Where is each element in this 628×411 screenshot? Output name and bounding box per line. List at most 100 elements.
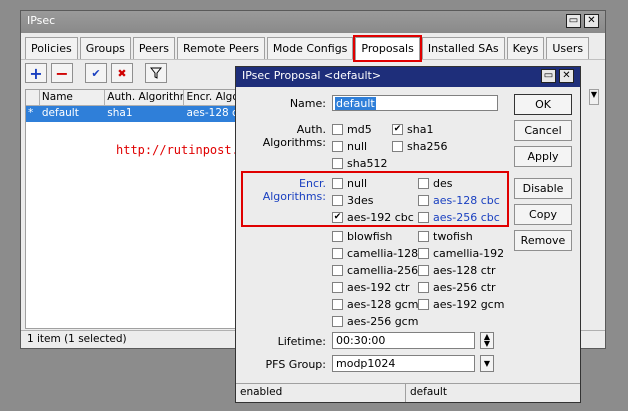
encr-camellia128-checkbox[interactable]: camellia-128 (332, 247, 418, 260)
cell-encr: aes-128 cbc (186, 107, 236, 119)
tab-groups[interactable]: Groups (79, 37, 131, 59)
proposals-table: Name Auth. Algorithms Encr. Algori * def… (25, 89, 237, 329)
check-icon: ✔ (332, 212, 343, 223)
col-name[interactable]: Name (40, 90, 106, 105)
remove-button[interactable]: Remove (514, 230, 572, 251)
checkbox-label: sha512 (347, 157, 388, 170)
encr-aes128gcm-checkbox[interactable]: aes-128 gcm (332, 298, 418, 311)
checkbox-label: sha1 (407, 123, 434, 136)
tab-bar: Policies Groups Peers Remote Peers Mode … (21, 33, 605, 62)
tab-installed-sas[interactable]: Installed SAs (421, 37, 505, 59)
table-row[interactable]: * default sha1 aes-128 cbc (26, 106, 236, 122)
tab-mode-configs[interactable]: Mode Configs (266, 37, 354, 59)
encr-camellia192-checkbox[interactable]: camellia-192 (418, 247, 504, 260)
checkbox-label: md5 (347, 123, 372, 136)
auth-label: Auth. Algorithms: (262, 123, 326, 149)
cell-auth: sha1 (107, 107, 133, 119)
filter-icon[interactable] (145, 63, 167, 83)
encr-camellia256-checkbox[interactable]: camellia-256 (332, 264, 418, 277)
checkbox-label: null (347, 140, 368, 153)
lifetime-input[interactable]: 00:30:00 (332, 332, 475, 349)
col-flag[interactable] (26, 90, 40, 105)
dialog-title: IPsec Proposal <default> (242, 69, 382, 82)
checkbox-box (418, 248, 429, 259)
encr-aes256gcm-checkbox[interactable]: aes-256 gcm (332, 315, 418, 328)
copy-button[interactable]: Copy (514, 204, 572, 225)
encr-aes192ctr-checkbox[interactable]: aes-192 ctr (332, 281, 410, 294)
disable-button[interactable]: Disable (514, 178, 572, 199)
checkbox-box (332, 231, 343, 242)
ok-button[interactable]: OK (514, 94, 572, 115)
checkbox-label: camellia-192 (433, 247, 505, 260)
pfs-select[interactable]: modp1024 (332, 355, 475, 372)
encr-aes192gcm-checkbox[interactable]: aes-192 gcm (418, 298, 504, 311)
restore-icon[interactable]: ▭ (566, 14, 581, 28)
dialog-status-bar: enabled default (236, 383, 580, 402)
encr-blowfish-checkbox[interactable]: blowfish (332, 230, 392, 243)
window-title: IPsec (27, 14, 56, 27)
dropdown-arrow-icon[interactable]: ▼ (589, 89, 599, 105)
checkbox-label: aes-128 cbc (433, 194, 500, 207)
checkbox-box (418, 282, 429, 293)
ipsec-titlebar[interactable]: IPsec ▭ ✕ (21, 11, 605, 33)
encr-twofish-checkbox[interactable]: twofish (418, 230, 473, 243)
check-icon[interactable]: ✔ (85, 63, 107, 83)
checkbox-box (332, 158, 343, 169)
auth-null-checkbox[interactable]: null (332, 140, 367, 153)
encr-aes256ctr-checkbox[interactable]: aes-256 ctr (418, 281, 496, 294)
dropdown-arrow-icon[interactable]: ▼ (480, 355, 494, 372)
checkbox-box (332, 141, 343, 152)
auth-sha256-checkbox[interactable]: sha256 (392, 140, 447, 153)
auth-sha512-checkbox[interactable]: sha512 (332, 157, 387, 170)
auth-md5-checkbox[interactable]: md5 (332, 123, 372, 136)
name-value: default (335, 97, 376, 110)
encr-aes256cbc-checkbox[interactable]: aes-256 cbc (418, 211, 500, 224)
checkbox-box (418, 195, 429, 206)
checkbox-label: camellia-256 (347, 264, 419, 277)
auth-sha1-checkbox[interactable]: ✔ sha1 (392, 123, 433, 136)
plus-icon[interactable]: + (25, 63, 47, 83)
checkbox-box (418, 299, 429, 310)
tab-proposals[interactable]: Proposals (353, 35, 422, 62)
spinner-icon[interactable]: ▲ ▼ (480, 332, 494, 349)
close-icon[interactable]: ✕ (584, 14, 599, 28)
checkbox-label: aes-192 cbc (347, 211, 414, 224)
restore-icon[interactable]: ▭ (541, 69, 556, 83)
dialog-titlebar[interactable]: IPsec Proposal <default> ▭ ✕ (236, 67, 580, 87)
col-encr[interactable]: Encr. Algori (184, 90, 236, 105)
encr-aes192cbc-checkbox[interactable]: ✔ aes-192 cbc (332, 211, 414, 224)
tab-keys[interactable]: Keys (506, 37, 545, 59)
checkbox-box (332, 178, 343, 189)
tab-peers[interactable]: Peers (132, 37, 175, 59)
x-icon[interactable]: ✖ (111, 63, 133, 83)
table-header: Name Auth. Algorithms Encr. Algori (26, 90, 236, 106)
checkbox-label: blowfish (347, 230, 393, 243)
encr-label: Encr. Algorithms: (262, 177, 326, 203)
encr-null-checkbox[interactable]: null (332, 177, 367, 190)
encr-aes128cbc-checkbox[interactable]: aes-128 cbc (418, 194, 500, 207)
checkbox-label: sha256 (407, 140, 448, 153)
encr-aes128ctr-checkbox[interactable]: aes-128 ctr (418, 264, 496, 277)
close-icon[interactable]: ✕ (559, 69, 574, 83)
checkbox-label: null (347, 177, 368, 190)
col-auth[interactable]: Auth. Algorithms (105, 90, 185, 105)
checkbox-box (418, 231, 429, 242)
cancel-button[interactable]: Cancel (514, 120, 572, 141)
checkbox-label: 3des (347, 194, 374, 207)
checkbox-box (332, 248, 343, 259)
checkbox-label: aes-256 cbc (433, 211, 500, 224)
checkbox-label: aes-256 gcm (347, 315, 419, 328)
tab-policies[interactable]: Policies (25, 37, 78, 59)
tab-users[interactable]: Users (546, 37, 590, 59)
checkbox-box (332, 124, 343, 135)
name-input[interactable]: default (332, 95, 498, 111)
encr-des-checkbox[interactable]: des (418, 177, 452, 190)
pfs-label: PFS Group: (265, 358, 326, 371)
tab-remote-peers[interactable]: Remote Peers (176, 37, 265, 59)
encr-3des-checkbox[interactable]: 3des (332, 194, 373, 207)
apply-button[interactable]: Apply (514, 146, 572, 167)
checkbox-box (418, 265, 429, 276)
status-enabled: enabled (236, 384, 406, 402)
checkbox-label: aes-192 ctr (347, 281, 410, 294)
minus-icon[interactable]: − (51, 63, 73, 83)
